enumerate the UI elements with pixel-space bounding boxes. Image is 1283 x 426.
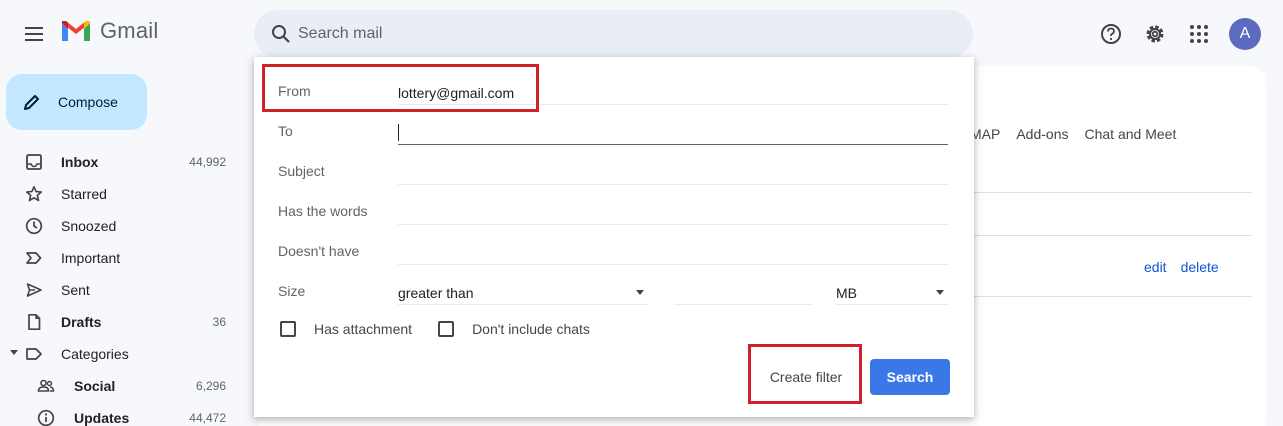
to-row: To <box>278 111 958 151</box>
size-comparator-select[interactable]: greater than <box>398 281 648 305</box>
account-avatar[interactable]: A <box>1229 18 1261 50</box>
sidebar-item-label: Categories <box>61 346 129 362</box>
search-bar[interactable]: Search mail <box>254 10 973 58</box>
has-attachment-label: Has attachment <box>314 321 413 337</box>
settings-gear-icon[interactable] <box>1135 14 1175 54</box>
edit-link[interactable]: edit <box>1144 259 1167 275</box>
from-highlight-box <box>262 64 539 112</box>
dont-include-chats-checkbox[interactable] <box>438 321 455 337</box>
has-words-row: Has the words <box>278 191 958 231</box>
size-label: Size <box>278 283 306 299</box>
sidebar-nav: Inbox 44,992 Starred Snoozed Important S… <box>0 146 250 426</box>
sidebar-item-label: Drafts <box>61 314 102 330</box>
dropdown-arrow-icon <box>636 290 644 295</box>
dont-include-chats-option[interactable]: Don't include chats <box>438 321 590 337</box>
sidebar-item-count: 36 <box>212 315 226 329</box>
app-name: Gmail <box>100 18 159 43</box>
has-words-label: Has the words <box>278 203 368 219</box>
has-words-input[interactable] <box>398 201 948 225</box>
subject-input[interactable] <box>398 161 948 185</box>
size-value-input[interactable] <box>674 281 812 305</box>
to-input[interactable] <box>398 121 948 145</box>
text-cursor <box>398 124 399 141</box>
pencil-icon <box>24 95 39 110</box>
search-icon[interactable] <box>266 19 296 49</box>
doesnt-have-input[interactable] <box>398 241 948 265</box>
sidebar-item-label: Snoozed <box>61 218 117 234</box>
delete-link[interactable]: delete <box>1181 259 1219 275</box>
dropdown-arrow-icon <box>936 290 944 295</box>
important-icon <box>24 248 44 268</box>
sidebar-item-label: Updates <box>74 410 130 426</box>
has-attachment-option[interactable]: Has attachment <box>280 321 412 337</box>
sidebar-item-label: Starred <box>61 186 107 202</box>
gmail-logo[interactable]: Gmail <box>60 18 158 44</box>
sidebar-item-categories[interactable]: Categories <box>0 338 250 370</box>
doesnt-have-label: Doesn't have <box>278 243 360 259</box>
settings-tabs: MAP Add-ons Chat and Meet <box>970 126 1176 142</box>
compose-button[interactable]: Compose <box>6 74 147 130</box>
clock-icon <box>24 216 44 236</box>
size-unit-value: MB <box>836 284 857 301</box>
expand-caret-icon[interactable] <box>10 350 18 355</box>
draft-icon <box>24 312 44 332</box>
info-icon <box>36 408 56 426</box>
main-menu-button[interactable] <box>14 14 54 54</box>
sidebar-item-label: Inbox <box>61 154 99 170</box>
divider <box>974 296 1252 297</box>
tab-imap[interactable]: MAP <box>970 126 1000 142</box>
sidebar-item-inbox[interactable]: Inbox 44,992 <box>0 146 250 178</box>
sidebar-item-label: Social <box>74 378 116 394</box>
has-attachment-checkbox[interactable] <box>280 321 296 337</box>
search-input[interactable]: Search mail <box>298 25 382 43</box>
sidebar-item-starred[interactable]: Starred <box>0 178 250 210</box>
star-icon <box>24 184 44 204</box>
top-right-actions: A <box>1091 14 1261 54</box>
send-icon <box>24 280 44 300</box>
size-comparator-value: greater than <box>398 284 474 301</box>
tab-add-ons[interactable]: Add-ons <box>1016 126 1068 142</box>
create-filter-highlight-box <box>748 344 862 404</box>
to-label: To <box>278 123 293 139</box>
sidebar-item-label: Important <box>61 250 121 266</box>
sidebar-item-important[interactable]: Important <box>0 242 250 274</box>
doesnt-have-row: Doesn't have <box>278 231 958 271</box>
size-unit-select[interactable]: MB <box>836 281 948 305</box>
subject-row: Subject <box>278 151 958 191</box>
sidebar-item-count: 44,472 <box>189 411 226 425</box>
gmail-m-icon <box>62 21 90 41</box>
sidebar-item-count: 6,296 <box>195 379 226 393</box>
sidebar-item-label: Sent <box>61 282 90 298</box>
sidebar-item-updates[interactable]: Updates 44,472 <box>0 402 250 426</box>
hamburger-icon <box>25 27 43 41</box>
sidebar-item-social[interactable]: Social 6,296 <box>0 370 250 402</box>
tab-chat-and-meet[interactable]: Chat and Meet <box>1085 126 1177 142</box>
search-button[interactable]: Search <box>870 359 950 395</box>
subject-label: Subject <box>278 163 325 179</box>
label-icon <box>24 344 44 364</box>
sidebar-item-count: 44,992 <box>189 155 226 169</box>
compose-label: Compose <box>58 94 118 110</box>
people-icon <box>36 376 56 396</box>
divider <box>974 192 1252 193</box>
size-row: Size greater than MB <box>278 271 958 311</box>
help-icon[interactable] <box>1091 14 1131 54</box>
dont-include-chats-label: Don't include chats <box>472 321 590 337</box>
sidebar-item-sent[interactable]: Sent <box>0 274 250 306</box>
inbox-icon <box>24 152 44 172</box>
sidebar-item-drafts[interactable]: Drafts 36 <box>0 306 250 338</box>
filter-row-actions: edit delete <box>1144 259 1219 275</box>
divider <box>974 235 1252 236</box>
checkbox-row: Has attachment Don't include chats <box>280 321 616 337</box>
sidebar-item-snoozed[interactable]: Snoozed <box>0 210 250 242</box>
apps-grid-icon[interactable] <box>1179 14 1219 54</box>
